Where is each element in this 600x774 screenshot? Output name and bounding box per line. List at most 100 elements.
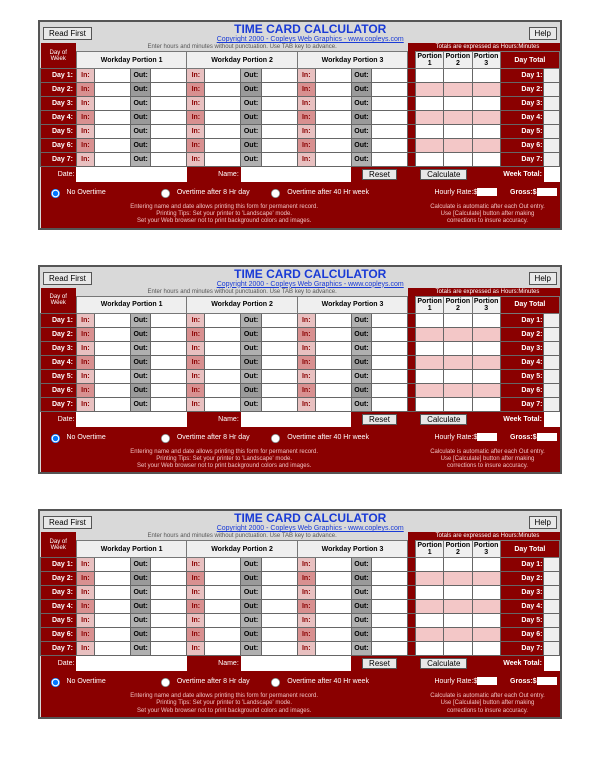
out-input[interactable] [261,313,297,327]
out-input[interactable] [151,139,187,153]
out-input[interactable] [372,558,408,572]
copyright-link[interactable]: Copyright 2000 - Copleys Web Graphics - … [217,525,404,532]
reset-button[interactable]: Reset [362,658,397,669]
read-first-button[interactable]: Read First [43,516,92,529]
out-input[interactable] [372,614,408,628]
in-input[interactable] [94,600,130,614]
out-input[interactable] [261,558,297,572]
calculate-button[interactable]: Calculate [420,169,467,180]
in-input[interactable] [205,139,241,153]
name-input[interactable] [241,167,351,183]
out-input[interactable] [151,558,187,572]
out-input[interactable] [261,572,297,586]
copyright-link[interactable]: Copyright 2000 - Copleys Web Graphics - … [217,281,404,288]
out-input[interactable] [372,572,408,586]
in-input[interactable] [205,341,241,355]
in-input[interactable] [315,614,351,628]
out-input[interactable] [261,628,297,642]
in-input[interactable] [315,600,351,614]
out-input[interactable] [151,355,187,369]
in-input[interactable] [315,125,351,139]
in-input[interactable] [94,313,130,327]
in-input[interactable] [205,586,241,600]
reset-button[interactable]: Reset [362,414,397,425]
out-input[interactable] [261,397,297,411]
opt-overtime-8hr[interactable]: Overtime after 8 Hr day [151,182,261,202]
in-input[interactable] [94,369,130,383]
opt-overtime-8hr[interactable]: Overtime after 8 Hr day [151,671,261,691]
out-input[interactable] [151,369,187,383]
out-input[interactable] [372,111,408,125]
in-input[interactable] [315,355,351,369]
out-input[interactable] [261,341,297,355]
hourly-rate-input[interactable] [477,677,497,685]
name-input[interactable] [241,411,351,427]
in-input[interactable] [94,153,130,167]
out-input[interactable] [261,642,297,656]
opt-no-overtime[interactable]: No Overtime [41,182,151,202]
help-button[interactable]: Help [529,272,557,285]
opt-overtime-40hr[interactable]: Overtime after 40 Hr week [261,182,408,202]
name-input[interactable] [241,656,351,672]
out-input[interactable] [261,111,297,125]
in-input[interactable] [315,83,351,97]
in-input[interactable] [205,614,241,628]
out-input[interactable] [372,341,408,355]
in-input[interactable] [315,572,351,586]
read-first-button[interactable]: Read First [43,272,92,285]
in-input[interactable] [315,642,351,656]
out-input[interactable] [151,83,187,97]
opt-overtime-8hr[interactable]: Overtime after 8 Hr day [151,427,261,447]
in-input[interactable] [205,628,241,642]
in-input[interactable] [315,97,351,111]
out-input[interactable] [151,313,187,327]
in-input[interactable] [205,397,241,411]
in-input[interactable] [205,97,241,111]
in-input[interactable] [205,327,241,341]
in-input[interactable] [205,125,241,139]
in-input[interactable] [205,572,241,586]
in-input[interactable] [205,600,241,614]
date-input[interactable] [76,167,186,183]
in-input[interactable] [94,341,130,355]
out-input[interactable] [151,614,187,628]
out-input[interactable] [151,600,187,614]
in-input[interactable] [94,139,130,153]
out-input[interactable] [261,327,297,341]
out-input[interactable] [261,139,297,153]
in-input[interactable] [94,614,130,628]
in-input[interactable] [205,383,241,397]
out-input[interactable] [151,586,187,600]
in-input[interactable] [315,111,351,125]
in-input[interactable] [94,397,130,411]
in-input[interactable] [94,558,130,572]
in-input[interactable] [315,69,351,83]
out-input[interactable] [151,628,187,642]
out-input[interactable] [261,125,297,139]
out-input[interactable] [151,572,187,586]
in-input[interactable] [94,642,130,656]
out-input[interactable] [151,383,187,397]
help-button[interactable]: Help [529,27,557,40]
hourly-rate-input[interactable] [477,433,497,441]
in-input[interactable] [94,125,130,139]
in-input[interactable] [94,111,130,125]
calculate-button[interactable]: Calculate [420,658,467,669]
in-input[interactable] [205,83,241,97]
in-input[interactable] [315,586,351,600]
in-input[interactable] [315,369,351,383]
in-input[interactable] [205,69,241,83]
in-input[interactable] [315,153,351,167]
in-input[interactable] [315,397,351,411]
out-input[interactable] [151,341,187,355]
opt-overtime-40hr[interactable]: Overtime after 40 Hr week [261,427,408,447]
in-input[interactable] [205,111,241,125]
out-input[interactable] [372,125,408,139]
in-input[interactable] [315,341,351,355]
in-input[interactable] [205,313,241,327]
in-input[interactable] [94,572,130,586]
out-input[interactable] [372,369,408,383]
in-input[interactable] [205,355,241,369]
out-input[interactable] [372,153,408,167]
in-input[interactable] [205,369,241,383]
